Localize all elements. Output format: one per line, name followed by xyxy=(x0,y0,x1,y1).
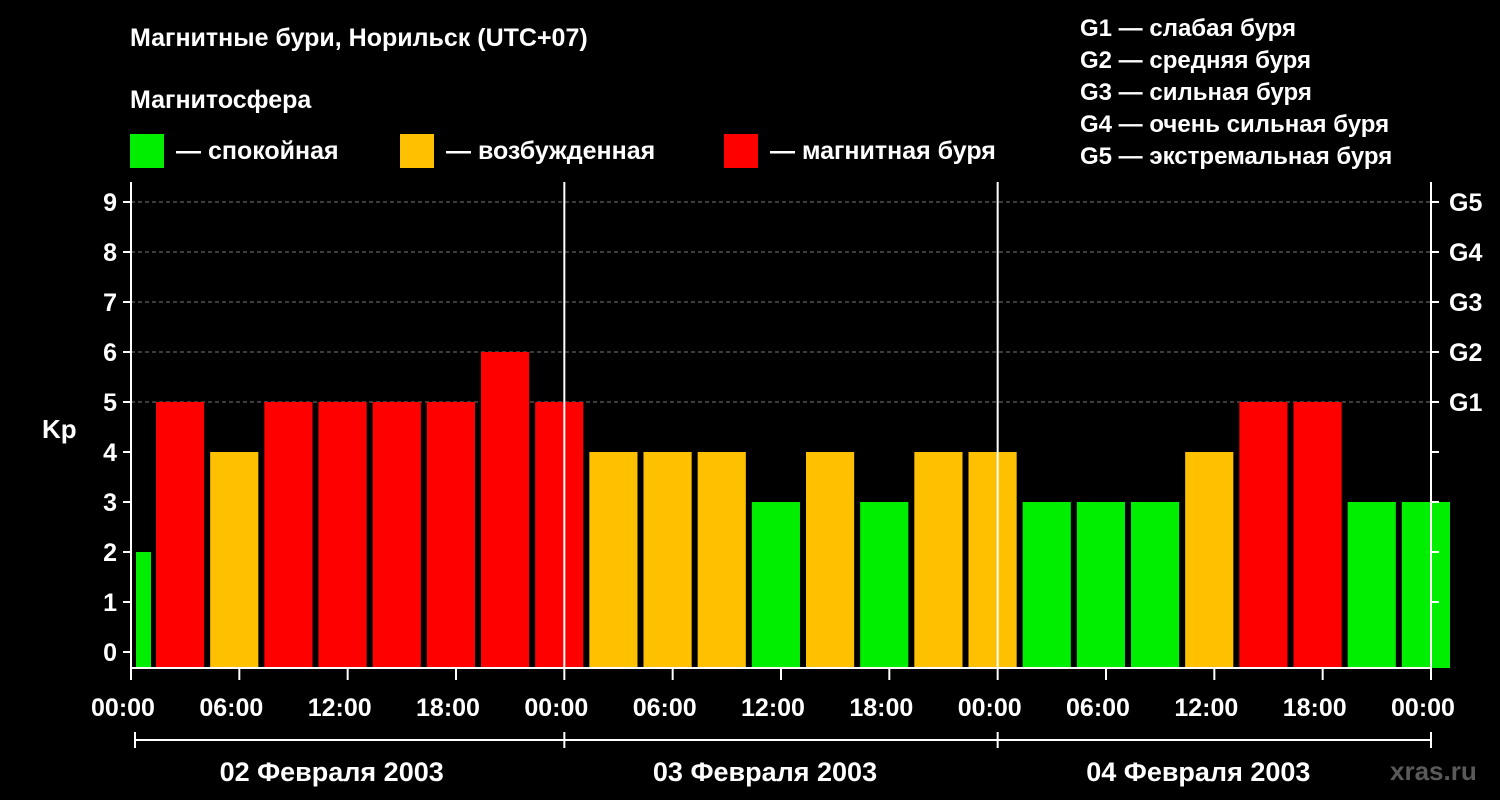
g-scale-g5: G5 — экстремальная буря xyxy=(1080,143,1393,170)
x-tick-label: 12:00 xyxy=(308,694,372,722)
x-tick-label: 06:00 xyxy=(1066,694,1130,722)
y-tick-label: 4 xyxy=(103,439,117,467)
g-scale-g1: G1 — слабая буря xyxy=(1080,15,1297,42)
kp-bar xyxy=(1131,502,1180,668)
day-label: 03 Февраля 2003 xyxy=(653,757,877,787)
g-level-label: G1 xyxy=(1449,389,1482,417)
legend-heading: Магнитосфера xyxy=(130,86,312,114)
kp-bar xyxy=(372,402,421,668)
legend-swatch-quiet xyxy=(130,134,164,168)
kp-bar xyxy=(426,402,475,668)
source-credit: xras.ru xyxy=(1390,756,1477,786)
kp-bar xyxy=(751,502,800,668)
y-tick-label: 6 xyxy=(103,339,117,367)
kp-bar xyxy=(1185,452,1234,668)
g-level-label: G4 xyxy=(1449,239,1482,267)
g-scale-legend: G1 — слабая буря G2 — средняя буря G3 — … xyxy=(1080,14,1392,174)
legend-label-storm: — магнитная буря xyxy=(770,136,996,165)
kp-bar xyxy=(914,452,963,668)
x-tick-label: 12:00 xyxy=(1174,694,1238,722)
kp-bar xyxy=(968,452,1017,668)
x-tick-label: 06:00 xyxy=(633,694,697,722)
kp-bar xyxy=(535,402,584,668)
g-level-label: G3 xyxy=(1449,289,1482,317)
g-level-label: G2 xyxy=(1449,339,1482,367)
x-tick-label: 00:00 xyxy=(91,694,155,722)
kp-bar xyxy=(264,402,313,668)
kp-bar xyxy=(1347,502,1396,668)
kp-bar xyxy=(860,502,909,668)
y-axis-title: Kp xyxy=(42,414,77,444)
y-tick-label: 5 xyxy=(103,389,117,417)
kp-bar xyxy=(1401,502,1450,668)
kp-bar xyxy=(136,552,151,668)
kp-bar xyxy=(210,452,259,668)
kp-bar xyxy=(1293,402,1342,668)
y-tick-label: 9 xyxy=(103,189,117,217)
kp-bar xyxy=(806,452,855,668)
kp-bar xyxy=(697,452,746,668)
chart-title: Магнитные бури, Норильск (UTC+07) xyxy=(130,24,588,52)
legend-swatch-active xyxy=(400,134,434,168)
legend-label-quiet: — спокойная xyxy=(176,136,339,165)
x-tick-label: 18:00 xyxy=(1283,694,1347,722)
x-tick-label: 18:00 xyxy=(849,694,913,722)
y-tick-label: 0 xyxy=(103,639,117,667)
y-tick-label: 2 xyxy=(103,539,117,567)
legend-item-quiet: — спокойная xyxy=(130,134,339,168)
kp-bar xyxy=(1022,502,1071,668)
kp-bar xyxy=(1076,502,1125,668)
x-tick-label: 12:00 xyxy=(741,694,805,722)
y-tick-label: 7 xyxy=(103,289,117,317)
g-scale-g3: G3 — сильная буря xyxy=(1080,79,1312,106)
kp-bar xyxy=(156,402,205,668)
kp-bar xyxy=(643,452,692,668)
day-label: 02 Февраля 2003 xyxy=(220,757,444,787)
g-scale-g2: G2 — средняя буря xyxy=(1080,47,1311,74)
kp-bar xyxy=(481,352,530,668)
x-tick-label: 00:00 xyxy=(524,694,588,722)
legend-swatch-storm xyxy=(724,134,758,168)
day-label: 04 Февраля 2003 xyxy=(1086,757,1310,787)
legend-item-storm: — магнитная буря xyxy=(724,134,996,168)
kp-bar xyxy=(1239,402,1288,668)
y-tick-label: 1 xyxy=(103,589,117,617)
g-level-label: G5 xyxy=(1449,189,1482,217)
x-tick-label: 00:00 xyxy=(958,694,1022,722)
kp-bar xyxy=(589,452,638,668)
kp-bar xyxy=(318,402,367,668)
legend-label-active: — возбужденная xyxy=(446,136,656,165)
x-tick-label: 18:00 xyxy=(416,694,480,722)
legend-item-active: — возбужденная xyxy=(400,134,655,168)
y-tick-label: 3 xyxy=(103,489,117,517)
x-tick-label: 06:00 xyxy=(199,694,263,722)
g-scale-g4: G4 — очень сильная буря xyxy=(1080,111,1390,138)
y-tick-label: 8 xyxy=(103,239,117,267)
x-tick-label: 00:00 xyxy=(1391,694,1455,722)
